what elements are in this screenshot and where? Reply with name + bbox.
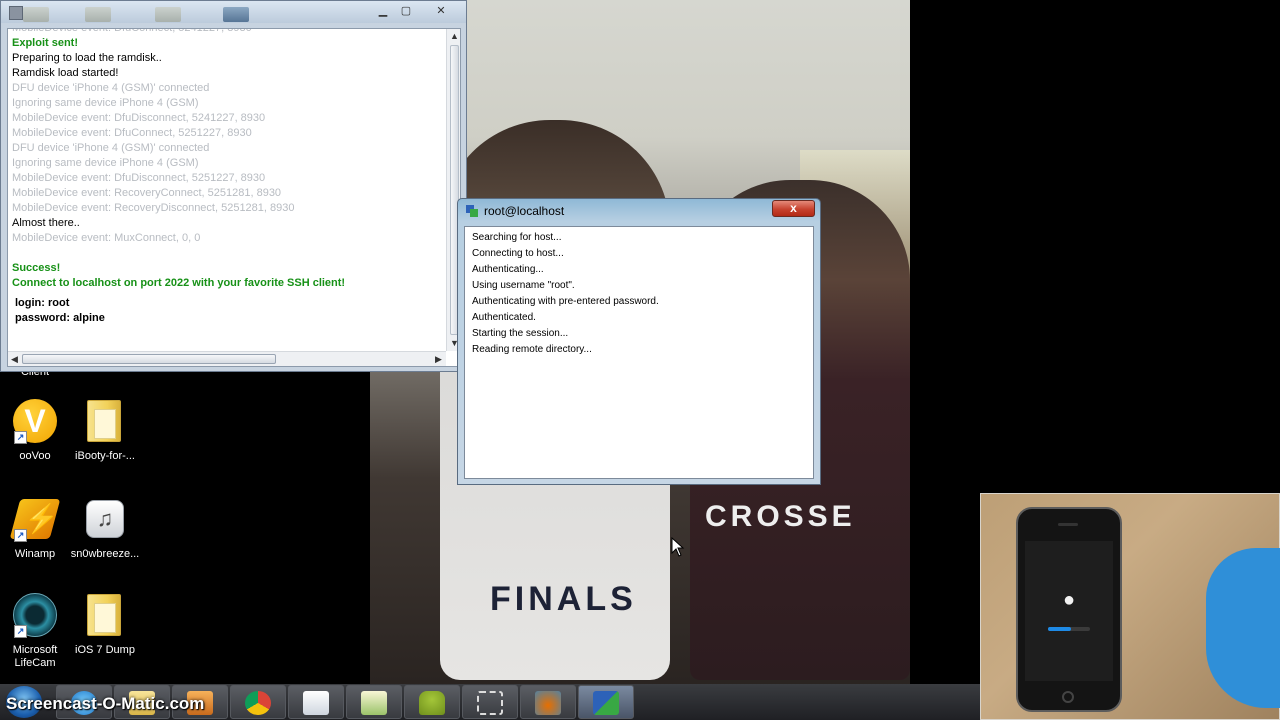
mouse-cursor-icon — [671, 537, 685, 557]
log-window-titlebar[interactable]: ▁ ▢ ✕ — [1, 1, 466, 23]
taskbar-notepad[interactable] — [288, 685, 344, 719]
close-icon[interactable]: ✕ — [429, 3, 453, 19]
log-line: DFU device 'iPhone 4 (GSM)' connected — [12, 82, 210, 94]
log-line: Ramdisk load started! — [12, 67, 119, 79]
log-line: MobileDevice event: RecoveryConnect, 525… — [12, 187, 282, 199]
android-icon — [419, 691, 445, 715]
desktop-icon-label: iOS 7 Dump — [75, 644, 135, 656]
apple-logo-icon: ● — [1062, 589, 1076, 611]
log-line: Ignoring same device iPhone 4 (GSM) — [12, 97, 199, 109]
notepad-icon — [303, 691, 329, 715]
scroll-right-icon[interactable]: ▶ — [432, 353, 445, 366]
taskbar-ssh-client[interactable] — [578, 685, 634, 719]
taskbar-snipping[interactable] — [462, 685, 518, 719]
ssh-status-panel: Searching for host... Connecting to host.… — [464, 226, 814, 479]
log-line: Preparing to load the ramdisk.. — [12, 52, 162, 64]
desktop-icon-label: sn0wbreeze... — [70, 548, 140, 560]
watermark: Screencast-O-Matic.com — [6, 694, 205, 713]
ssh-status-line: Reading remote directory... — [472, 344, 592, 355]
folder-icon — [82, 592, 128, 638]
close-button[interactable]: x — [772, 200, 815, 217]
phone-speaker — [1058, 523, 1078, 526]
ssh-status-line: Searching for host... — [472, 232, 562, 243]
app-icon — [9, 6, 23, 20]
ssh-status-line: Authenticating... — [472, 264, 544, 275]
blurred-toolbar — [23, 5, 353, 22]
chrome-icon — [245, 691, 271, 715]
log-line: Ignoring same device iPhone 4 (GSM) — [12, 157, 199, 169]
ssh-status-line: Using username "root". — [472, 280, 575, 291]
taskbar-android[interactable] — [404, 685, 460, 719]
phone-progress-fill — [1048, 627, 1072, 631]
ssh-client-icon — [466, 205, 478, 217]
ssh-window-title: root@localhost — [484, 204, 565, 218]
desktop-icon-oovoo[interactable]: V ↗ ooVoo — [0, 398, 70, 463]
sn0wbreeze-icon: ♫ — [82, 496, 128, 542]
shortcut-arrow-icon: ↗ — [14, 625, 27, 638]
log-output[interactable]: MobileDevice event: DfuConnect, 5241227,… — [7, 28, 461, 367]
toolbar-icon — [85, 7, 111, 22]
taskbar-java[interactable] — [520, 685, 576, 719]
desktop-icon-ios7-dump[interactable]: iOS 7 Dump — [70, 592, 140, 657]
ssh-status-line: Starting the session... — [472, 328, 569, 339]
scrollbar-thumb[interactable] — [22, 354, 276, 364]
log-line: password: alpine — [15, 312, 105, 324]
iphone: ● — [1016, 507, 1122, 712]
desktop-icon-label: Microsoft LifeCam — [12, 644, 58, 669]
maximize-icon[interactable]: ▢ — [394, 3, 418, 19]
ssh-status-line: Connecting to host... — [472, 248, 564, 259]
ssh-status-lines: Searching for host... Connecting to host.… — [472, 230, 659, 358]
ssh-client-icon — [593, 691, 619, 715]
desktop-icon-label: ooVoo — [19, 450, 51, 462]
log-line: MobileDevice event: MuxConnect, 0, 0 — [12, 232, 201, 244]
log-lines: MobileDevice event: DfuConnect, 5241227,… — [12, 28, 442, 326]
log-line: MobileDevice event: DfuConnect, 5251227,… — [12, 127, 252, 139]
shortcut-arrow-icon: ↗ — [14, 431, 27, 444]
log-line: DFU device 'iPhone 4 (GSM)' connected — [12, 142, 210, 154]
log-line: MobileDevice event: RecoveryDisconnect, … — [12, 202, 295, 214]
scroll-up-icon[interactable]: ▲ — [448, 30, 460, 43]
horizontal-scrollbar[interactable]: ◀ ▶ — [8, 351, 446, 366]
home-button-icon — [1062, 691, 1074, 703]
taskbar-chrome[interactable] — [230, 685, 286, 719]
oovoo-icon: V ↗ — [12, 398, 58, 444]
shortcut-arrow-icon: ↗ — [14, 529, 27, 542]
log-line: Almost there.. — [12, 217, 80, 229]
ssh-status-line: Authenticated. — [472, 312, 536, 323]
log-line: MobileDevice event: DfuConnect, 5241227,… — [12, 28, 252, 34]
log-line: Exploit sent! — [12, 37, 79, 49]
webcam-object — [1206, 548, 1280, 708]
toolbar-icon — [23, 7, 49, 22]
chart-icon — [361, 691, 387, 715]
java-icon — [535, 691, 561, 715]
taskbar-chart[interactable] — [346, 685, 402, 719]
winamp-icon: ⚡ ↗ — [9, 496, 61, 542]
desktop-icon-ibooty[interactable]: iBooty-for-... — [70, 398, 140, 463]
log-window[interactable]: ▁ ▢ ✕ MobileDevice event: DfuConnect, 52… — [0, 0, 467, 372]
scroll-left-icon[interactable]: ◀ — [8, 353, 21, 366]
log-line: MobileDevice event: DfuDisconnect, 52412… — [12, 112, 266, 124]
desktop-icon-winamp[interactable]: ⚡ ↗ Winamp — [0, 496, 70, 561]
shirt-text: CROSSE — [705, 500, 856, 533]
phone-screen: ● — [1025, 541, 1113, 681]
desktop-icon-label: Winamp — [14, 548, 56, 560]
toolbar-icon — [223, 7, 249, 22]
log-line: MobileDevice event: DfuDisconnect, 52512… — [12, 172, 266, 184]
snipping-icon — [477, 691, 503, 715]
minimize-icon[interactable]: ▁ — [371, 3, 395, 19]
log-line: Connect to localhost on port 2022 with y… — [12, 277, 346, 289]
toolbar-icon — [155, 7, 181, 22]
log-line: login: root — [15, 297, 70, 309]
desktop-icon-lifecam[interactable]: ↗ Microsoft LifeCam — [0, 592, 70, 670]
folder-icon — [82, 398, 128, 444]
ssh-status-line: Authenticating with pre-entered password… — [472, 296, 659, 307]
shirt-text: FINALS — [490, 580, 637, 618]
phone-progress-bar — [1048, 627, 1090, 631]
lifecam-icon: ↗ — [12, 592, 58, 638]
ssh-window[interactable]: root@localhost x Searching for host... Co… — [457, 198, 821, 485]
log-line: Success! — [12, 262, 61, 274]
desktop-icon-sn0wbreeze[interactable]: ♫ sn0wbreeze... — [70, 496, 140, 561]
desktop-icon-label: iBooty-for-... — [75, 450, 135, 462]
